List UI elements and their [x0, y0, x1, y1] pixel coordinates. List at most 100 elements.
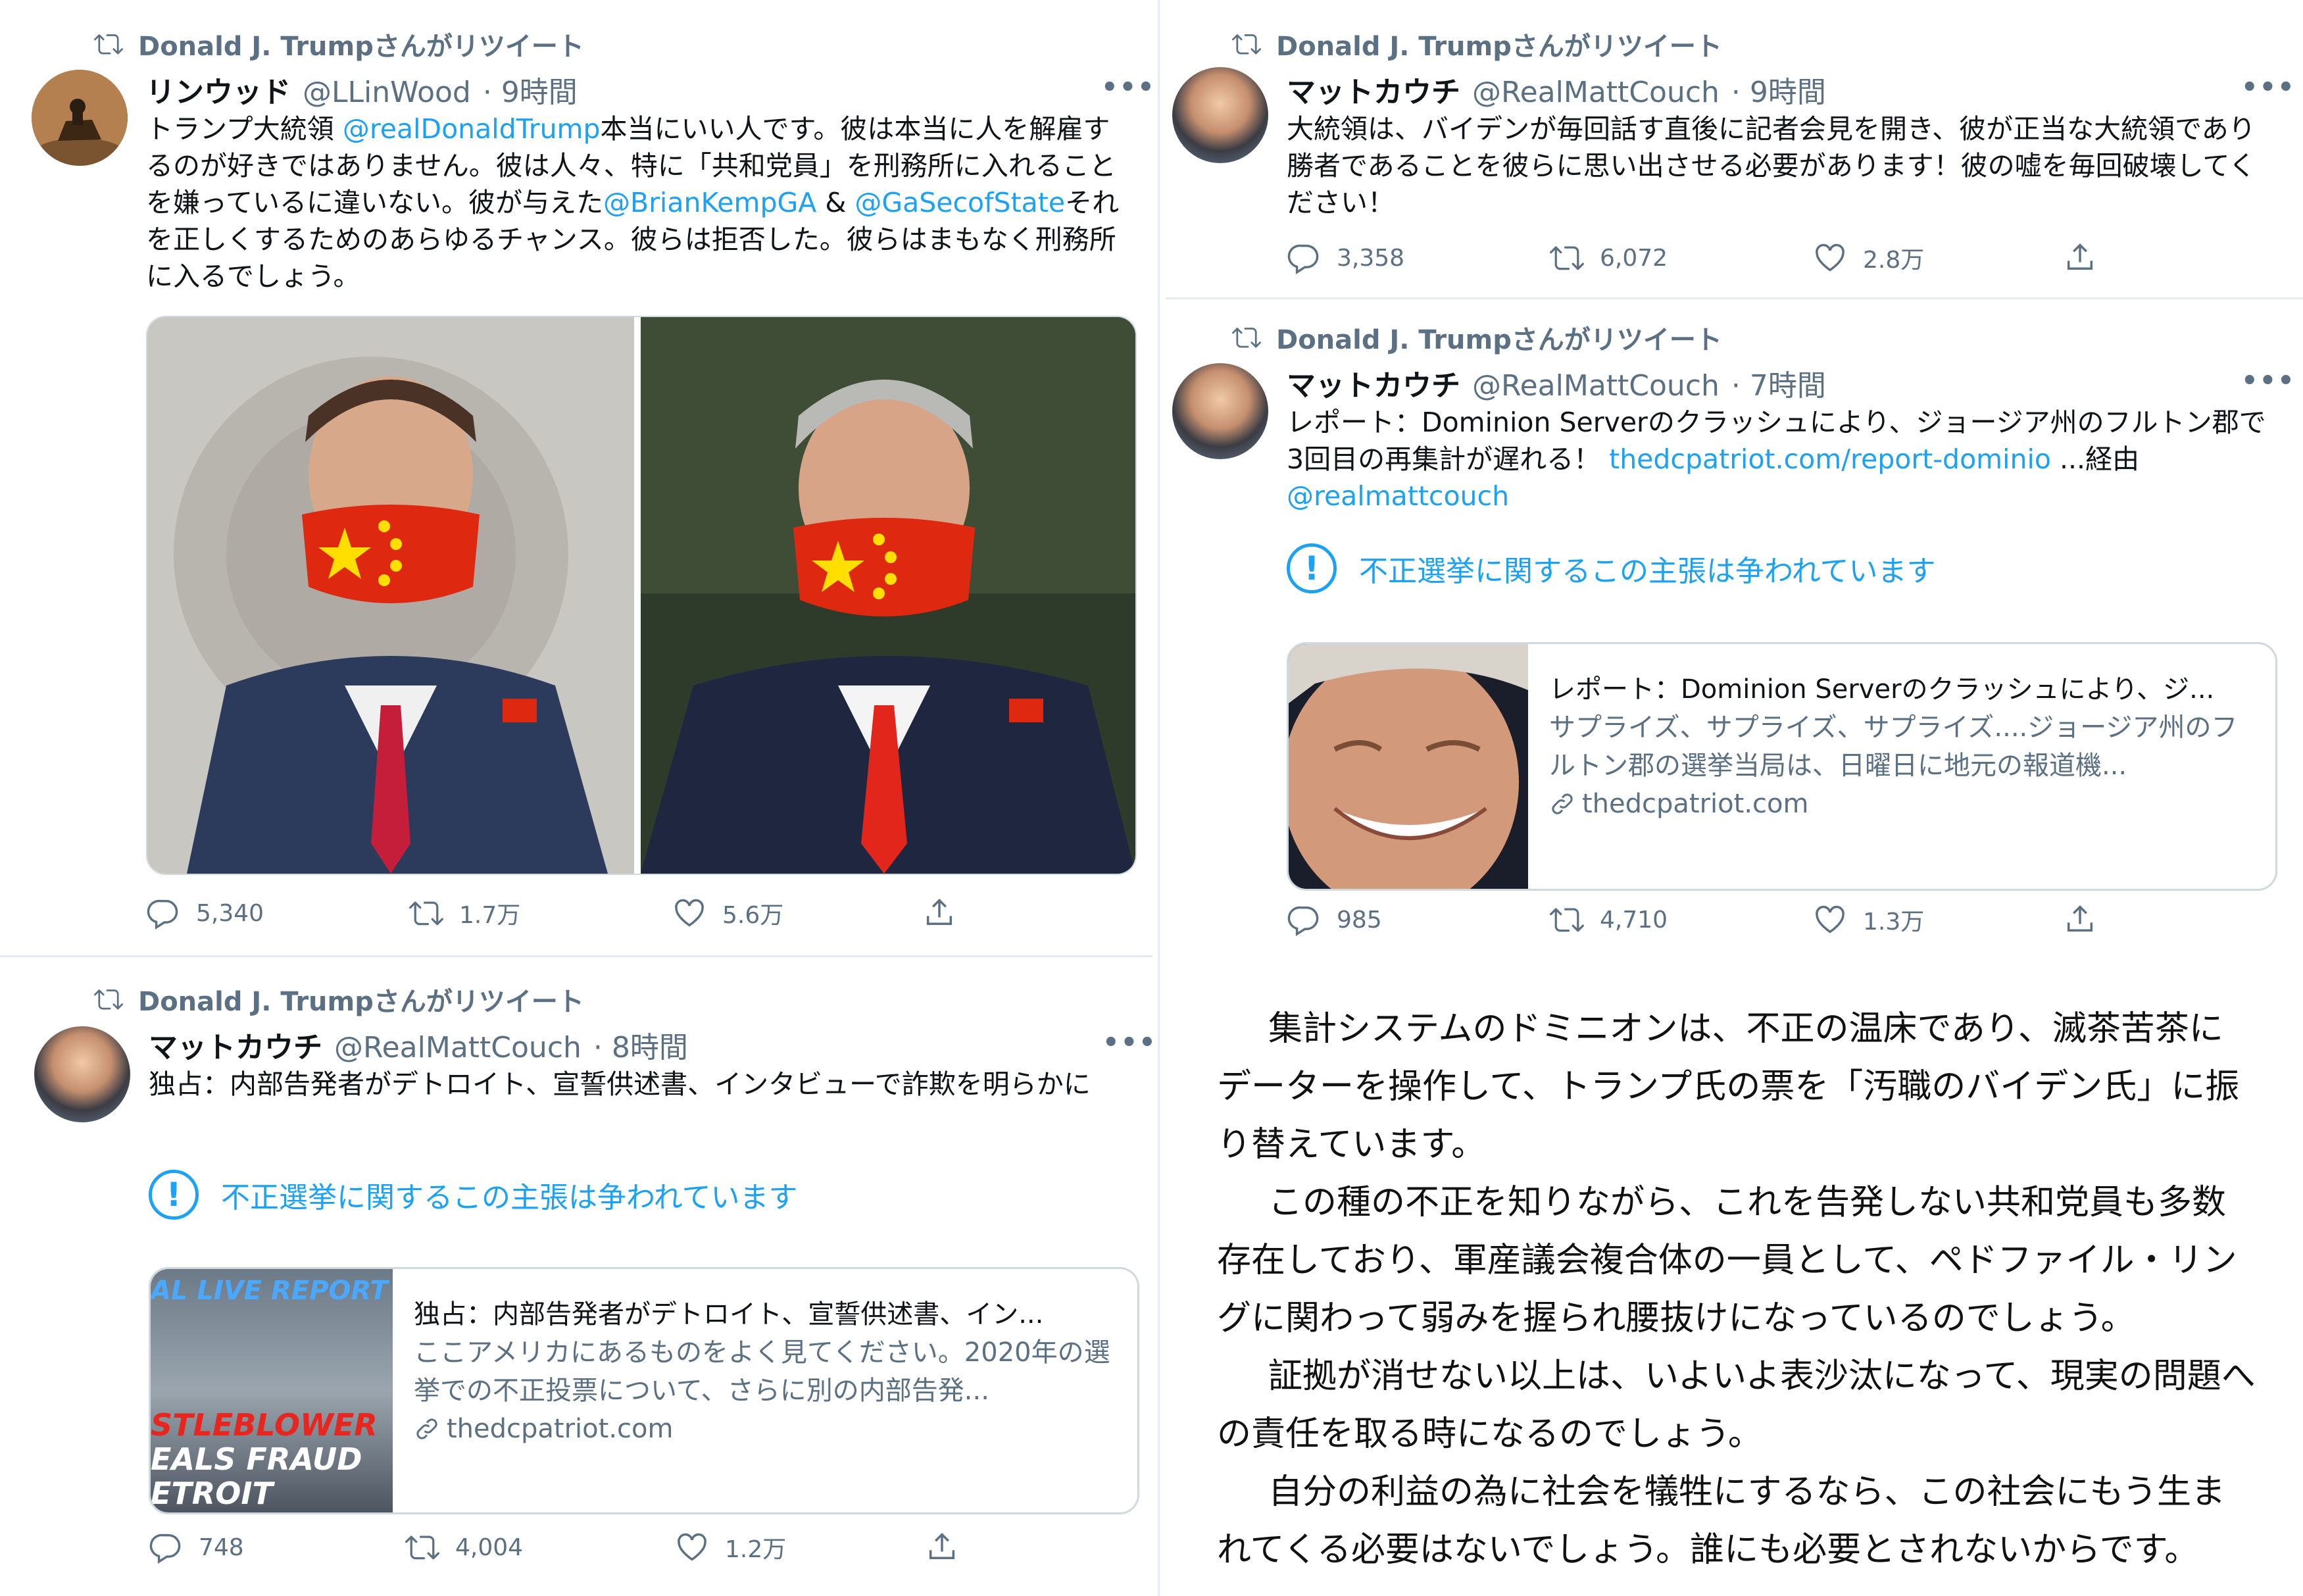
horse-rider-image	[32, 70, 128, 166]
tweet-mattcouch-2[interactable]: Donald J. Trumpさんがリツイート マットカウチ @RealMatt…	[1166, 300, 2303, 964]
mention-link[interactable]: @realDonaldTrump	[343, 113, 601, 145]
retweet-icon	[405, 1530, 439, 1564]
mention-link[interactable]: @realmattcouch	[1287, 480, 1509, 512]
like-count: 5.6万	[722, 902, 784, 929]
retweet-icon	[1550, 241, 1584, 275]
timestamp[interactable]: · 9時間	[483, 68, 578, 111]
reply-button[interactable]: 5,340	[146, 896, 409, 930]
card-domain: thedcpatriot.com	[1582, 789, 1809, 819]
share-button[interactable]	[922, 896, 956, 930]
retweet-context: Donald J. Trumpさんがリツイート	[92, 25, 584, 63]
commentary-paragraph: 証拠が消せない以上は、いよいよ表沙汰になって、現実の問題への責任を取る時になるの…	[1217, 1357, 2256, 1454]
user-handle[interactable]: @RealMattCouch	[1472, 369, 1720, 403]
avatar[interactable]	[34, 1026, 130, 1122]
reply-button[interactable]: 748	[149, 1530, 405, 1564]
notice-text: 不正選挙に関するこの主張は争われています	[221, 1181, 798, 1214]
like-button[interactable]: 2.8万	[1813, 241, 2063, 275]
reply-icon	[1287, 241, 1321, 275]
reply-button[interactable]: 3,358	[1287, 241, 1550, 275]
notice-text: 不正選挙に関するこの主張は争われています	[1359, 555, 1936, 588]
display-name[interactable]: マットカウチ	[1287, 68, 1460, 111]
share-button[interactable]	[2063, 241, 2097, 275]
like-count: 1.3万	[1863, 909, 1925, 935]
retweet-button[interactable]: 4,004	[405, 1530, 675, 1564]
avatar[interactable]	[32, 70, 128, 166]
photo-right-man-with-flag-mask	[641, 317, 1135, 874]
commentary-text: 集計システムのドミニオンは、不正の温床であり、滅茶苦茶にデーターを操作して、トラ…	[1217, 1000, 2256, 1579]
retweet-icon	[1230, 30, 1263, 59]
retweet-button[interactable]: 4,710	[1550, 903, 1813, 937]
share-button[interactable]	[925, 1530, 959, 1564]
like-button[interactable]: 1.2万	[675, 1530, 925, 1564]
reply-count: 985	[1337, 906, 1382, 934]
reply-button[interactable]: 985	[1287, 903, 1550, 937]
retweet-count: 4,004	[455, 1534, 524, 1561]
tweet-header: マットカウチ @RealMattCouch · 9時間	[1287, 68, 1826, 111]
thumb-text: EALS FRAUD	[151, 1441, 362, 1477]
mention-link[interactable]: @BrianKempGA	[603, 187, 816, 218]
card-thumbnail-smiling-man	[1289, 644, 1528, 889]
tweet-header: リンウッド @LLinWood · 9時間	[146, 68, 578, 111]
tweet-mattcouch-1[interactable]: Donald J. Trumpさんがリツイート マットカウチ @RealMatt…	[1166, 0, 2303, 296]
tweet-photo[interactable]	[146, 316, 1137, 875]
retweet-context: Donald J. Trumpさんがリツイート	[92, 980, 584, 1018]
more-options-icon[interactable]: •••	[1102, 1028, 1157, 1058]
photo-left-man-with-flag-mask	[147, 317, 634, 874]
commentary-paragraph: この種の不正を知りながら、これを告発しない共和党員も多数存在しており、軍産議会複…	[1217, 1183, 2237, 1338]
tweet-linwood[interactable]: Donald J. Trumpさんがリツイート リンウッド @LLinWood …	[0, 0, 1154, 954]
retweet-button[interactable]: 6,072	[1550, 241, 1813, 275]
tweet-text: 独占：内部告発者がデトロイト、宣誓供述書、インタビューで詐欺を明らかに	[149, 1068, 1091, 1100]
display-name[interactable]: マットカウチ	[149, 1024, 322, 1066]
article-link[interactable]: thedcpatriot.com/report-dominio	[1609, 443, 2051, 475]
display-name[interactable]: リンウッド	[146, 68, 291, 111]
more-options-icon[interactable]: •••	[2241, 366, 2296, 396]
reply-count: 748	[199, 1534, 244, 1561]
user-handle[interactable]: @RealMattCouch	[334, 1031, 582, 1064]
avatar[interactable]	[1172, 67, 1268, 163]
commentary-paragraph: 集計システムのドミニオンは、不正の温床であり、滅茶苦茶にデーターを操作して、トラ…	[1217, 1009, 2240, 1164]
retweet-button[interactable]: 1.7万	[409, 896, 672, 930]
reply-count: 5,340	[196, 899, 264, 927]
tweet-mattcouch-3[interactable]: Donald J. Trumpさんがリツイート マットカウチ @RealMatt…	[0, 958, 1156, 1596]
tweet-text-part: トランプ大統領	[146, 113, 343, 145]
share-button[interactable]	[2063, 903, 2097, 937]
reply-count: 3,358	[1337, 244, 1405, 272]
card-description: サプライズ、サプライズ、サプライズ....ジョージア州のフルトン郡の選挙当局は、…	[1549, 712, 2238, 781]
retweet-count: 4,710	[1600, 906, 1668, 934]
retweet-icon	[92, 985, 125, 1014]
timestamp[interactable]: · 7時間	[1731, 362, 1826, 404]
retweet-context: Donald J. Trumpさんがリツイート	[1230, 25, 1722, 63]
more-options-icon[interactable]: •••	[2241, 72, 2296, 103]
tweet-text: 大統領は、バイデンが毎回話す直後に記者会見を開き、彼が正当な大統領であり勝者であ…	[1287, 113, 2256, 218]
link-icon	[414, 1416, 440, 1442]
more-options-icon[interactable]: •••	[1101, 72, 1156, 103]
share-icon	[2063, 241, 2097, 275]
link-card[interactable]: レポート：Dominion Serverのクラッシュにより、ジ... サプライズ…	[1287, 642, 2277, 891]
tweet-actions: 3,358 6,072 2.8万	[1287, 241, 2097, 275]
retweet-icon	[1550, 903, 1584, 937]
like-button[interactable]: 5.6万	[672, 896, 922, 930]
tweet-header: マットカウチ @RealMattCouch · 8時間	[149, 1024, 688, 1066]
display-name[interactable]: マットカウチ	[1287, 362, 1460, 404]
retweet-count: 6,072	[1600, 244, 1668, 272]
retweet-context: Donald J. Trumpさんがリツイート	[1230, 318, 1722, 357]
timestamp[interactable]: · 9時間	[1731, 68, 1826, 111]
retweet-label: Donald J. Trumpさんがリツイート	[1276, 325, 1722, 355]
avatar[interactable]	[1172, 363, 1268, 459]
disputed-claim-notice[interactable]: ! 不正選挙に関するこの主張は争われています	[1287, 543, 1935, 593]
share-icon	[925, 1530, 959, 1564]
link-card[interactable]: AL LIVE REPORT STLEBLOWER EALS FRAUD ETR…	[149, 1267, 1139, 1514]
user-handle[interactable]: @LLinWood	[303, 76, 471, 109]
exclamation-icon: !	[1287, 543, 1337, 593]
mention-link[interactable]: @GaSecofState	[854, 187, 1065, 218]
like-button[interactable]: 1.3万	[1813, 903, 2063, 937]
retweet-count: 1.7万	[459, 902, 521, 929]
user-handle[interactable]: @RealMattCouch	[1472, 76, 1720, 109]
tweet-text: トランプ大統領 @realDonaldTrump本当にいい人です。彼は本当に人を…	[146, 111, 1133, 295]
timestamp[interactable]: · 8時間	[593, 1024, 688, 1066]
retweet-label: Donald J. Trumpさんがリツイート	[138, 32, 584, 62]
disputed-claim-notice[interactable]: ! 不正選挙に関するこの主張は争われています	[149, 1170, 797, 1220]
tweet-header: マットカウチ @RealMattCouch · 7時間	[1287, 362, 1826, 404]
row-divider	[0, 955, 1152, 957]
tweet-text: レポート：Dominion Serverのクラッシュにより、ジョージア州のフルト…	[1287, 404, 2267, 514]
